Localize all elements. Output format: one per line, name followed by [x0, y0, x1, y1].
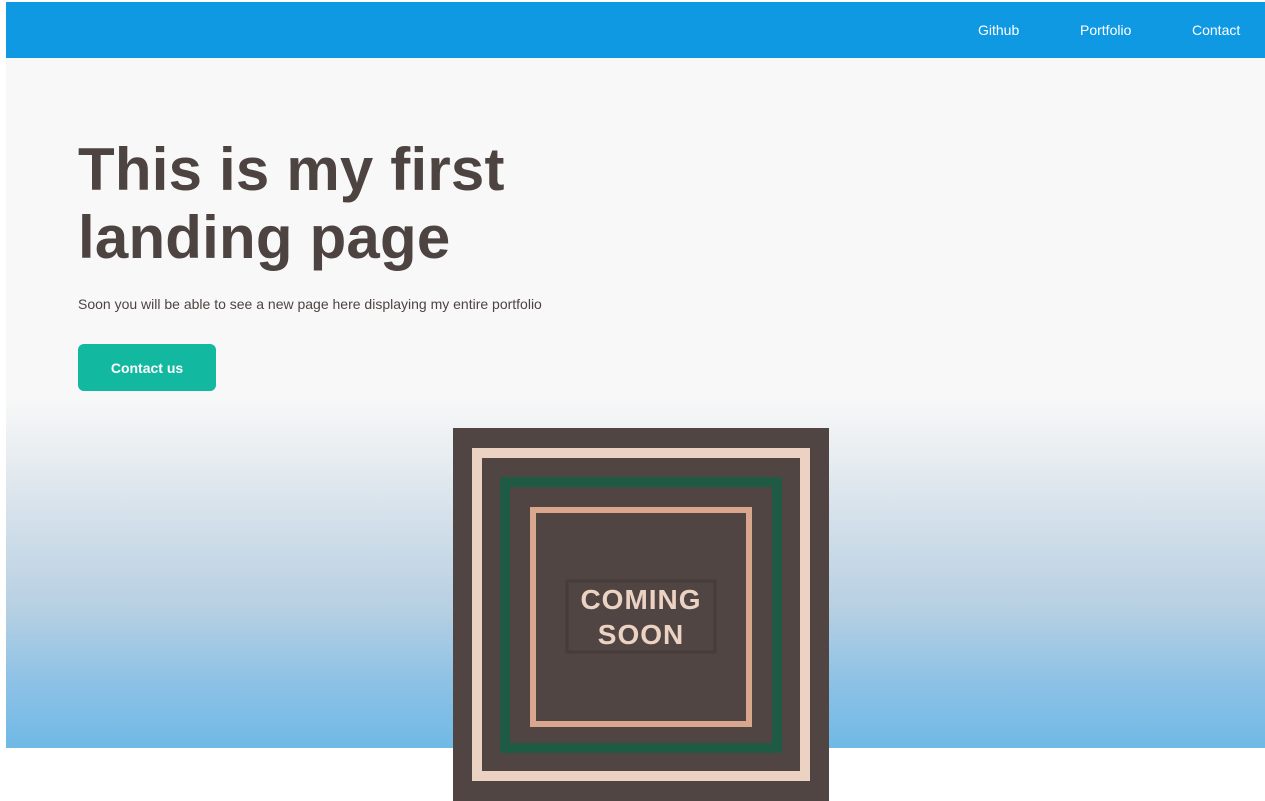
landing-page: Github Portfolio Contact This is my firs… [6, 2, 1265, 801]
coming-soon-illustration: COMING SOON [453, 428, 829, 801]
nav-link-portfolio[interactable]: Portfolio [1080, 21, 1131, 39]
coming-soon-frame-icon: COMING SOON [453, 428, 829, 801]
hero-title: This is my first landing page [78, 136, 598, 272]
top-navbar: Github Portfolio Contact [6, 2, 1265, 58]
hero-title-line-1: This is my first [78, 136, 505, 203]
nav-link-contact[interactable]: Contact [1192, 21, 1240, 39]
contact-us-button[interactable]: Contact us [78, 344, 216, 391]
hero-subtitle: Soon you will be able to see a new page … [78, 296, 542, 312]
coming-soon-line-1: COMING [580, 584, 701, 615]
coming-soon-line-2: SOON [598, 619, 684, 650]
hero-title-line-2: landing page [78, 204, 451, 271]
nav-link-github[interactable]: Github [978, 21, 1019, 39]
